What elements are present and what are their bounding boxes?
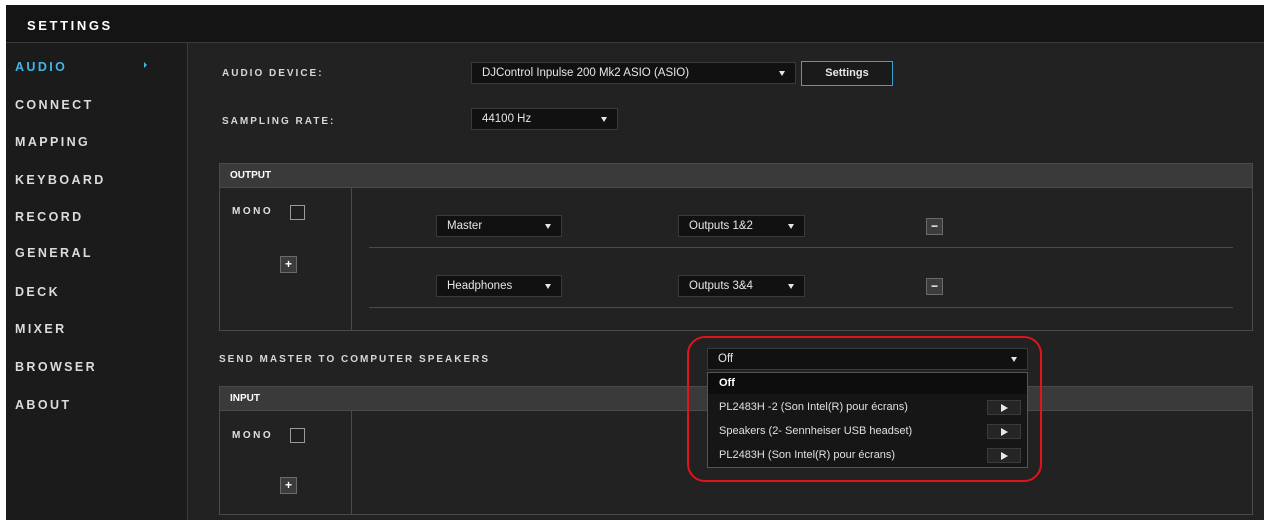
option-label: Off bbox=[719, 377, 735, 389]
input-mono-checkbox[interactable] bbox=[290, 428, 305, 443]
input-divider bbox=[351, 411, 352, 515]
output-row1-remove-button[interactable]: − bbox=[926, 218, 943, 235]
output-row1-channel-value: Master bbox=[447, 220, 483, 232]
output-add-button[interactable]: + bbox=[280, 256, 297, 273]
send-master-option-pl2483h-2[interactable]: PL2483H -2 (Son Intel(R) pour écrans) bbox=[708, 397, 1027, 418]
sidebar-item-general[interactable]: GENERAL bbox=[15, 246, 93, 260]
output-row2-remove-button[interactable]: − bbox=[926, 278, 943, 295]
output-row2-channel-select[interactable]: Headphones bbox=[436, 275, 562, 297]
sidebar-item-connect[interactable]: CONNECT bbox=[15, 98, 94, 112]
output-divider bbox=[351, 188, 352, 331]
chevron-down-icon bbox=[788, 224, 794, 229]
sidebar-item-about[interactable]: ABOUT bbox=[15, 398, 71, 412]
output-row2-channel-value: Headphones bbox=[447, 280, 513, 292]
play-icon[interactable] bbox=[987, 400, 1021, 415]
output-mono-checkbox[interactable] bbox=[290, 205, 305, 220]
send-master-label: SEND MASTER TO COMPUTER SPEAKERS bbox=[219, 354, 491, 365]
sampling-rate-select[interactable]: 44100 Hz bbox=[471, 108, 618, 130]
chevron-down-icon bbox=[601, 117, 607, 122]
sidebar-item-deck[interactable]: DECK bbox=[15, 285, 60, 299]
output-section-header: OUTPUT bbox=[219, 163, 1253, 188]
output-row1-outputs-value: Outputs 1&2 bbox=[689, 220, 753, 232]
title-bar: SETTINGS bbox=[6, 5, 1264, 43]
output-row2-outputs-select[interactable]: Outputs 3&4 bbox=[678, 275, 805, 297]
play-icon[interactable] bbox=[987, 424, 1021, 439]
send-master-option-sennheiser[interactable]: Speakers (2- Sennheiser USB headset) bbox=[708, 421, 1027, 442]
send-master-option-pl2483h[interactable]: PL2483H (Son Intel(R) pour écrans) bbox=[708, 445, 1027, 466]
sidebar-item-browser[interactable]: BROWSER bbox=[15, 360, 97, 374]
option-label: PL2483H -2 (Son Intel(R) pour écrans) bbox=[719, 401, 908, 413]
output-row2-outputs-value: Outputs 3&4 bbox=[689, 280, 753, 292]
sidebar-item-mapping[interactable]: MAPPING bbox=[15, 135, 90, 149]
send-master-select[interactable]: Off bbox=[707, 348, 1028, 370]
sidebar bbox=[6, 43, 188, 520]
output-row1-outputs-select[interactable]: Outputs 1&2 bbox=[678, 215, 805, 237]
sidebar-item-mixer[interactable]: MIXER bbox=[15, 322, 67, 336]
sidebar-item-keyboard[interactable]: KEYBOARD bbox=[15, 173, 106, 187]
chevron-down-icon bbox=[545, 224, 551, 229]
chevron-down-icon bbox=[788, 284, 794, 289]
input-add-button[interactable]: + bbox=[280, 477, 297, 494]
input-mono-label: MONO bbox=[232, 430, 274, 441]
chevron-down-icon bbox=[545, 284, 551, 289]
send-master-option-off[interactable]: Off bbox=[708, 373, 1027, 394]
audio-device-value: DJControl Inpulse 200 Mk2 ASIO (ASIO) bbox=[482, 67, 690, 79]
active-arrow-icon bbox=[144, 62, 147, 68]
chevron-down-icon bbox=[779, 71, 785, 76]
sampling-rate-value: 44100 Hz bbox=[482, 113, 532, 125]
option-label: Speakers (2- Sennheiser USB headset) bbox=[719, 425, 913, 437]
option-label: PL2483H (Son Intel(R) pour écrans) bbox=[719, 449, 896, 461]
output-row-separator bbox=[369, 247, 1233, 248]
output-mono-label: MONO bbox=[232, 206, 274, 217]
send-master-dropdown-menu: Off PL2483H -2 (Son Intel(R) pour écrans… bbox=[707, 372, 1028, 468]
output-section-body bbox=[219, 188, 1253, 331]
sidebar-item-record[interactable]: RECORD bbox=[15, 210, 84, 224]
audio-device-label: AUDIO DEVICE: bbox=[222, 68, 324, 79]
sampling-rate-label: SAMPLING RATE: bbox=[222, 116, 336, 127]
sidebar-item-audio[interactable]: AUDIO bbox=[15, 60, 67, 74]
output-row1-channel-select[interactable]: Master bbox=[436, 215, 562, 237]
window-title: SETTINGS bbox=[27, 18, 113, 33]
chevron-down-icon bbox=[1011, 357, 1017, 362]
send-master-value: Off bbox=[718, 353, 734, 365]
settings-button[interactable]: Settings bbox=[801, 61, 893, 86]
play-icon[interactable] bbox=[987, 448, 1021, 463]
audio-device-select[interactable]: DJControl Inpulse 200 Mk2 ASIO (ASIO) bbox=[471, 62, 796, 84]
output-row-separator bbox=[369, 307, 1233, 308]
